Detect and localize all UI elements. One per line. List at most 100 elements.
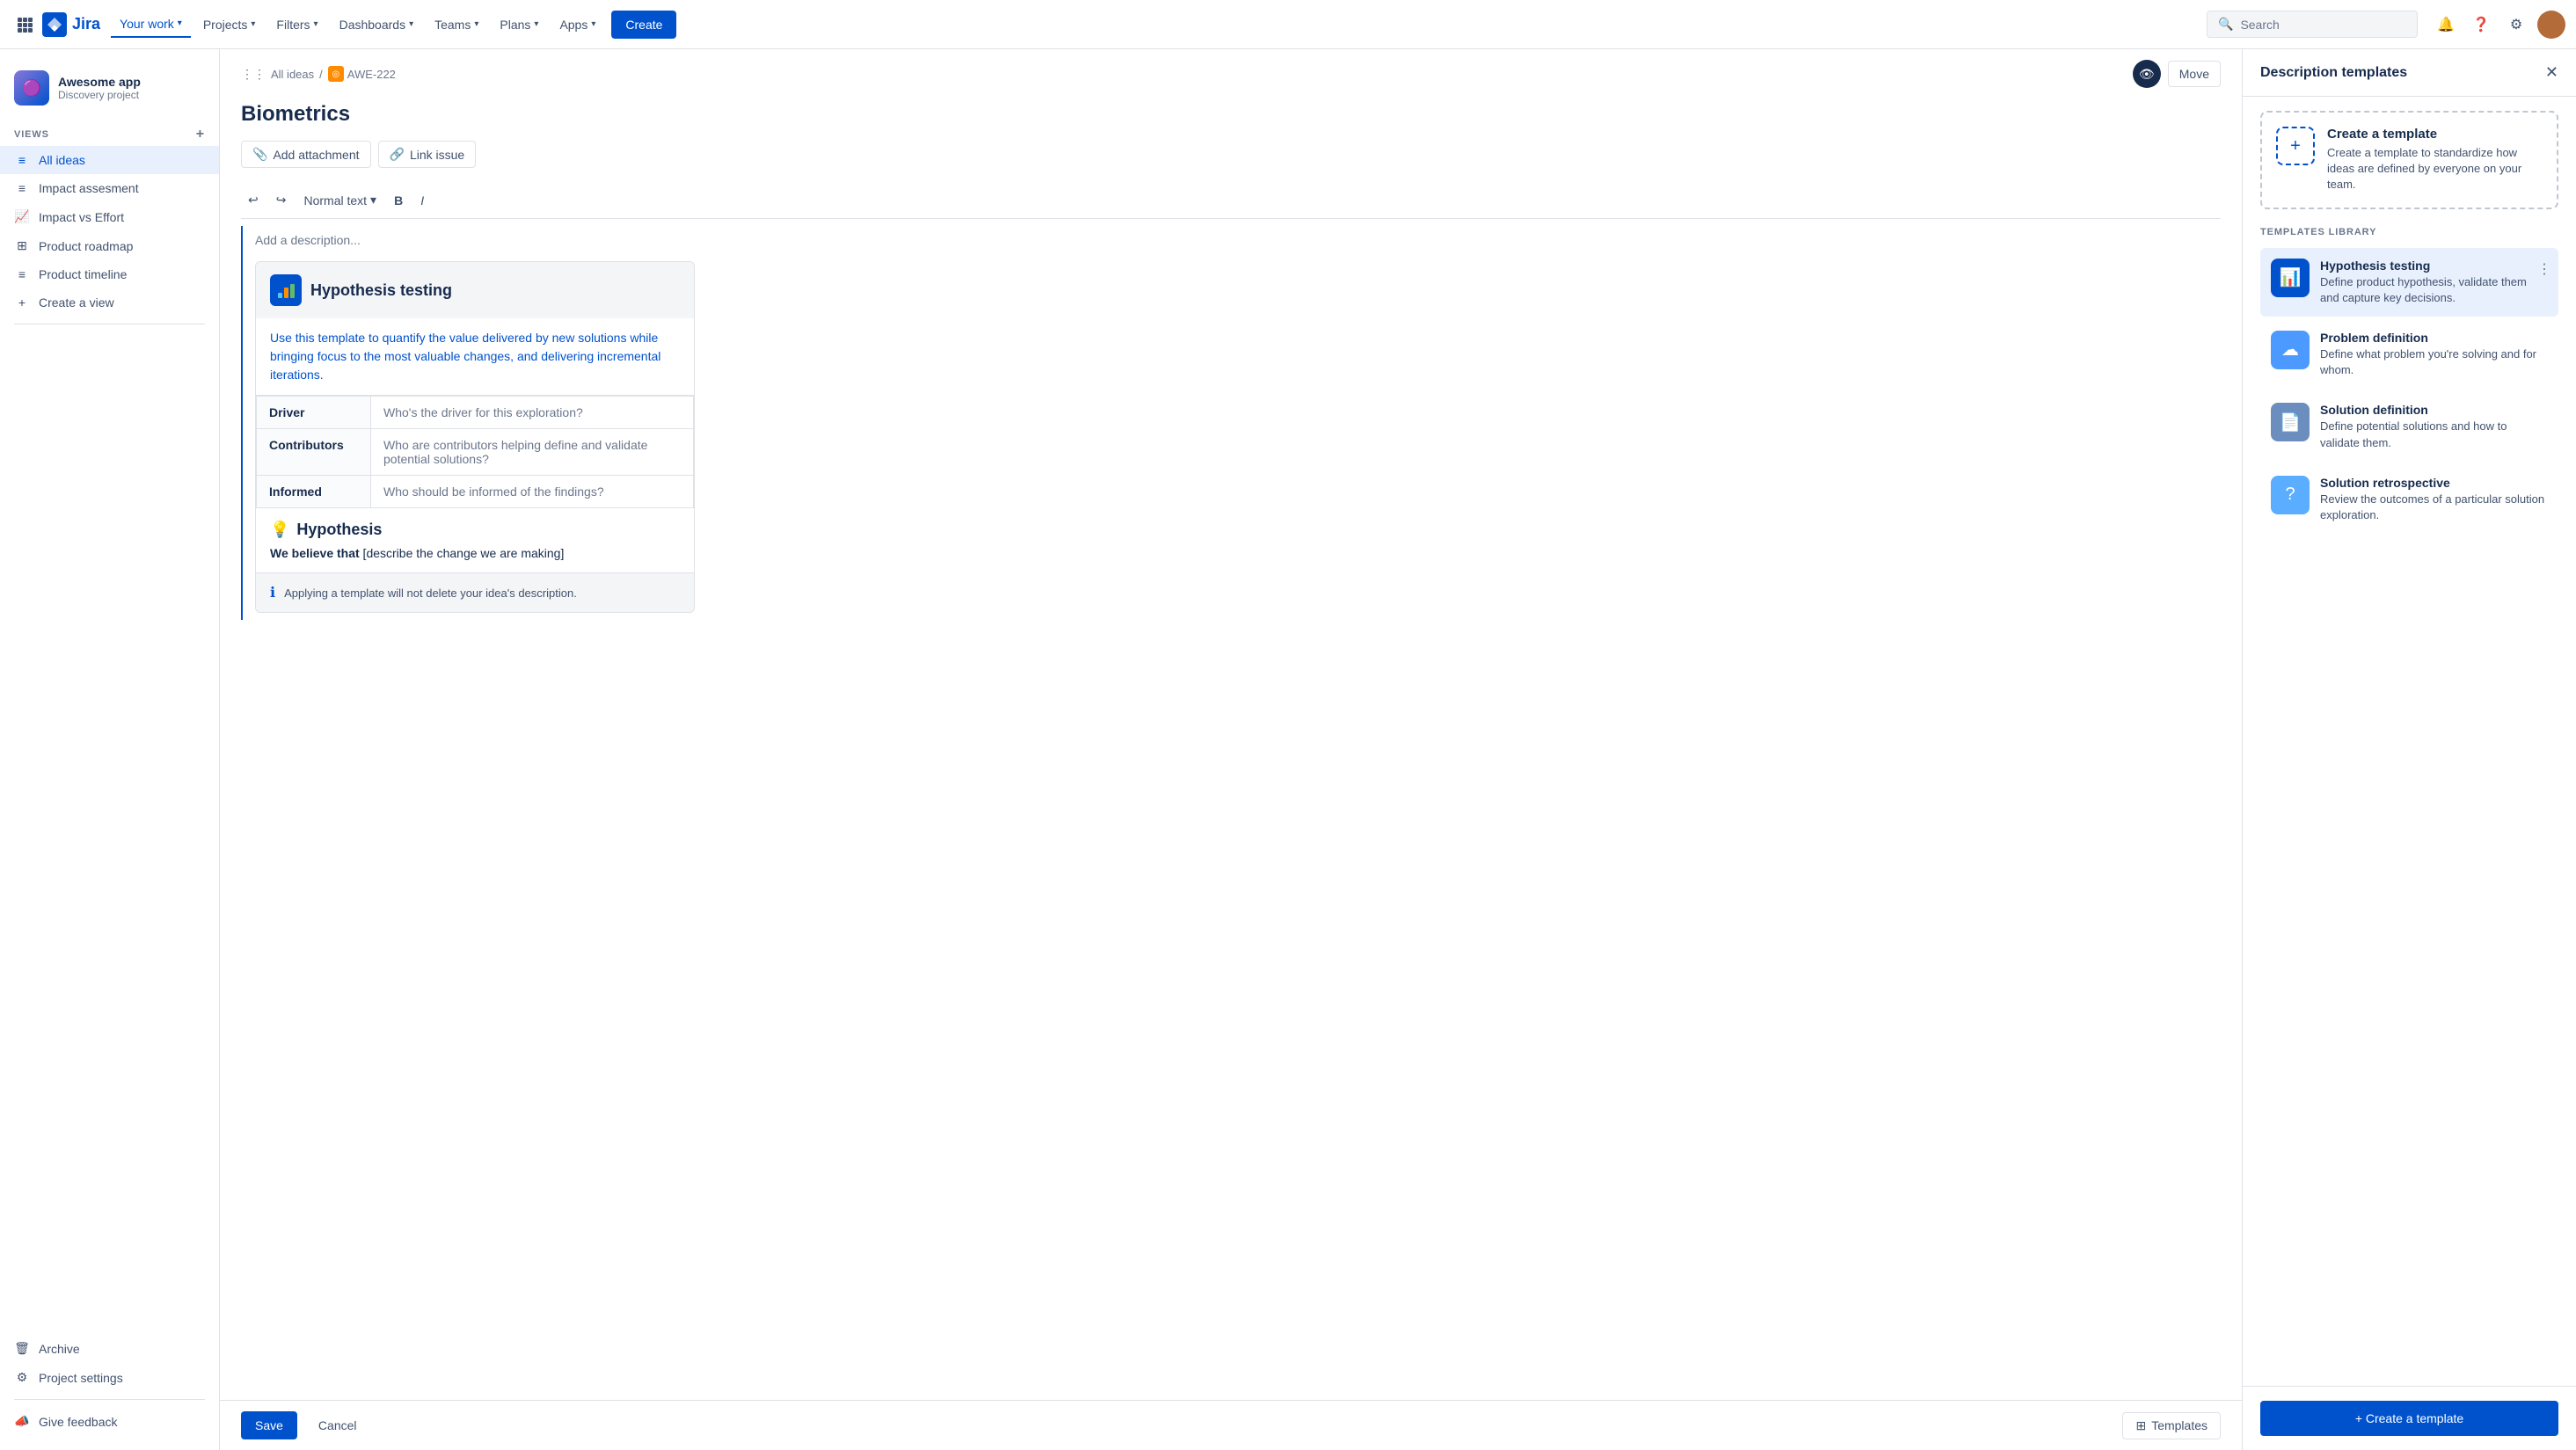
sidebar-item-label: Archive [39,1342,80,1356]
breadcrumb-issue-id[interactable]: AWE-222 [347,68,396,81]
template-table: DriverWho's the driver for this explorat… [256,396,694,508]
nav-filters[interactable]: Filters ▾ [267,12,326,37]
template-lib-item[interactable]: 📄 Solution definition Define potential s… [2260,392,2558,461]
move-button[interactable]: Move [2168,61,2221,87]
watch-button[interactable]: 👁 [2133,60,2161,88]
italic-button[interactable]: I [413,190,431,211]
editor-content: Add a description... Hypothes [241,226,2221,620]
template-lib-name: Solution definition [2320,403,2548,417]
sidebar-item-product-roadmap[interactable]: ⊞ Product roadmap [0,231,219,260]
sidebar-item-create-view[interactable]: + Create a view [0,288,219,317]
editor-bottom-bar: Save Cancel ⊞ Templates [220,1400,2242,1450]
template-preview-title: Hypothesis testing [310,281,452,300]
sidebar-item-label: Product timeline [39,267,127,281]
avatar[interactable] [2537,11,2565,39]
search-placeholder: Search [2240,18,2279,32]
sidebar-item-archive[interactable]: 🗑 Archive [0,1334,219,1363]
table-row: ContributorsWho are contributors helping… [257,429,694,476]
search-icon: 🔍 [2218,17,2233,32]
close-panel-button[interactable]: ✕ [2545,63,2558,82]
impact-assessment-icon: ≡ [14,181,30,195]
template-lib-name: Solution retrospective [2320,476,2548,490]
nav-your-work[interactable]: Your work ▾ [111,11,191,38]
hypothesis-title: Hypothesis [296,521,382,539]
cancel-button[interactable]: Cancel [304,1411,371,1439]
create-template-title: Create a template [2327,127,2543,142]
all-ideas-icon: ≡ [14,153,30,167]
nav-icon-group: 🔔 ❓ ⚙ [2432,11,2565,39]
sidebar-item-feedback[interactable]: 📣 Give feedback [0,1407,219,1436]
format-chevron-icon: ▾ [370,193,376,208]
sidebar-item-label: Impact assesment [39,181,139,195]
sidebar-item-product-timeline[interactable]: ≡ Product timeline [0,260,219,288]
issue-toolbar: 📎 Add attachment 🔗 Link issue [220,141,2242,182]
bold-button[interactable]: B [387,190,410,211]
app-layout: 🟣 Awesome app Discovery project VIEWS + … [0,49,2576,1450]
breadcrumb-hash: ⋮⋮ [241,67,266,82]
link-issue-button[interactable]: 🔗 Link issue [378,141,477,168]
search-bar[interactable]: 🔍 Search [2207,11,2418,38]
library-label: TEMPLATES LIBRARY [2260,227,2558,237]
issue-title: Biometrics [220,95,2242,141]
table-row: DriverWho's the driver for this explorat… [257,397,694,429]
template-options-icon[interactable]: ⋮ [2537,260,2551,278]
sidebar-item-label: Project settings [39,1371,123,1385]
info-icon: ℹ [270,584,275,601]
breadcrumb-all-ideas[interactable]: All ideas [271,68,314,81]
nav-teams[interactable]: Teams ▾ [426,12,487,37]
hypothesis-body: We believe that [describe the change we … [270,546,680,560]
template-lib-icon: 📊 [2271,259,2310,297]
template-lib-item[interactable]: ? Solution retrospective Review the outc… [2260,465,2558,534]
templates-icon: ⊞ [2135,1418,2146,1433]
create-button[interactable]: Create [611,11,676,39]
breadcrumb-actions: 👁 Move [2133,60,2221,88]
nav-projects[interactable]: Projects ▾ [194,12,265,37]
sidebar-item-project-settings[interactable]: ⚙ Project settings [0,1363,219,1392]
product-timeline-icon: ≡ [14,267,30,281]
format-select[interactable]: Normal text ▾ [296,189,383,211]
breadcrumb-issue: ◎ AWE-222 [328,66,396,82]
jira-logo[interactable]: Jira [42,12,100,37]
settings-button[interactable]: ⚙ [2502,11,2530,39]
grid-icon[interactable] [11,11,39,39]
main-content: ⋮⋮ All ideas / ◎ AWE-222 👁 Move Biometri… [220,49,2242,1450]
template-lib-item[interactable]: ☁ Problem definition Define what problem… [2260,320,2558,389]
create-template-desc: Create a template to standardize how ide… [2327,145,2543,193]
create-template-plus-icon: + [2276,127,2315,165]
templates-button[interactable]: ⊞ Templates [2122,1412,2221,1439]
nav-apps[interactable]: Apps ▾ [551,12,604,37]
nav-plans[interactable]: Plans ▾ [491,12,547,37]
right-panel-header: Description templates ✕ [2243,49,2576,97]
views-label: VIEWS + [0,120,219,146]
undo-button[interactable]: ↩ [241,189,266,211]
add-view-button[interactable]: + [196,127,205,142]
create-template-big-button[interactable]: + Create a template [2260,1401,2558,1436]
add-attachment-button[interactable]: 📎 Add attachment [241,141,371,168]
nav-dashboards[interactable]: Dashboards ▾ [331,12,423,37]
help-button[interactable]: ❓ [2467,11,2495,39]
template-preview-icon [270,274,302,306]
template-preview-desc: Use this template to quantify the value … [256,318,694,396]
template-hypothesis: 💡 Hypothesis We believe that [describe t… [256,508,694,572]
template-lib-item[interactable]: 📊 Hypothesis testing Define product hypo… [2260,248,2558,317]
editor-placeholder[interactable]: Add a description... [255,226,2221,254]
template-lib-desc: Review the outcomes of a particular solu… [2320,492,2548,523]
feedback-icon: 📣 [14,1414,30,1429]
template-lib-name: Problem definition [2320,331,2548,345]
top-navigation: Jira Your work ▾ Projects ▾ Filters ▾ Da… [0,0,2576,49]
sidebar-item-impact-effort[interactable]: 📈 Impact vs Effort [0,202,219,231]
create-view-icon: + [14,295,30,310]
create-template-card[interactable]: + Create a template Create a template to… [2260,111,2558,209]
templates-list: 📊 Hypothesis testing Define product hypo… [2260,248,2558,535]
sidebar-item-label: Create a view [39,295,114,310]
right-panel-title: Description templates [2260,65,2407,81]
sidebar-item-all-ideas[interactable]: ≡ All ideas [0,146,219,174]
sidebar-item-label: Give feedback [39,1415,118,1429]
sidebar-item-impact-assessment[interactable]: ≡ Impact assesment [0,174,219,202]
right-panel-body: + Create a template Create a template to… [2243,97,2576,1386]
project-type: Discovery project [58,89,141,101]
redo-button[interactable]: ↪ [269,189,294,211]
template-lib-desc: Define what problem you're solving and f… [2320,346,2548,378]
save-button[interactable]: Save [241,1411,297,1439]
notifications-button[interactable]: 🔔 [2432,11,2460,39]
